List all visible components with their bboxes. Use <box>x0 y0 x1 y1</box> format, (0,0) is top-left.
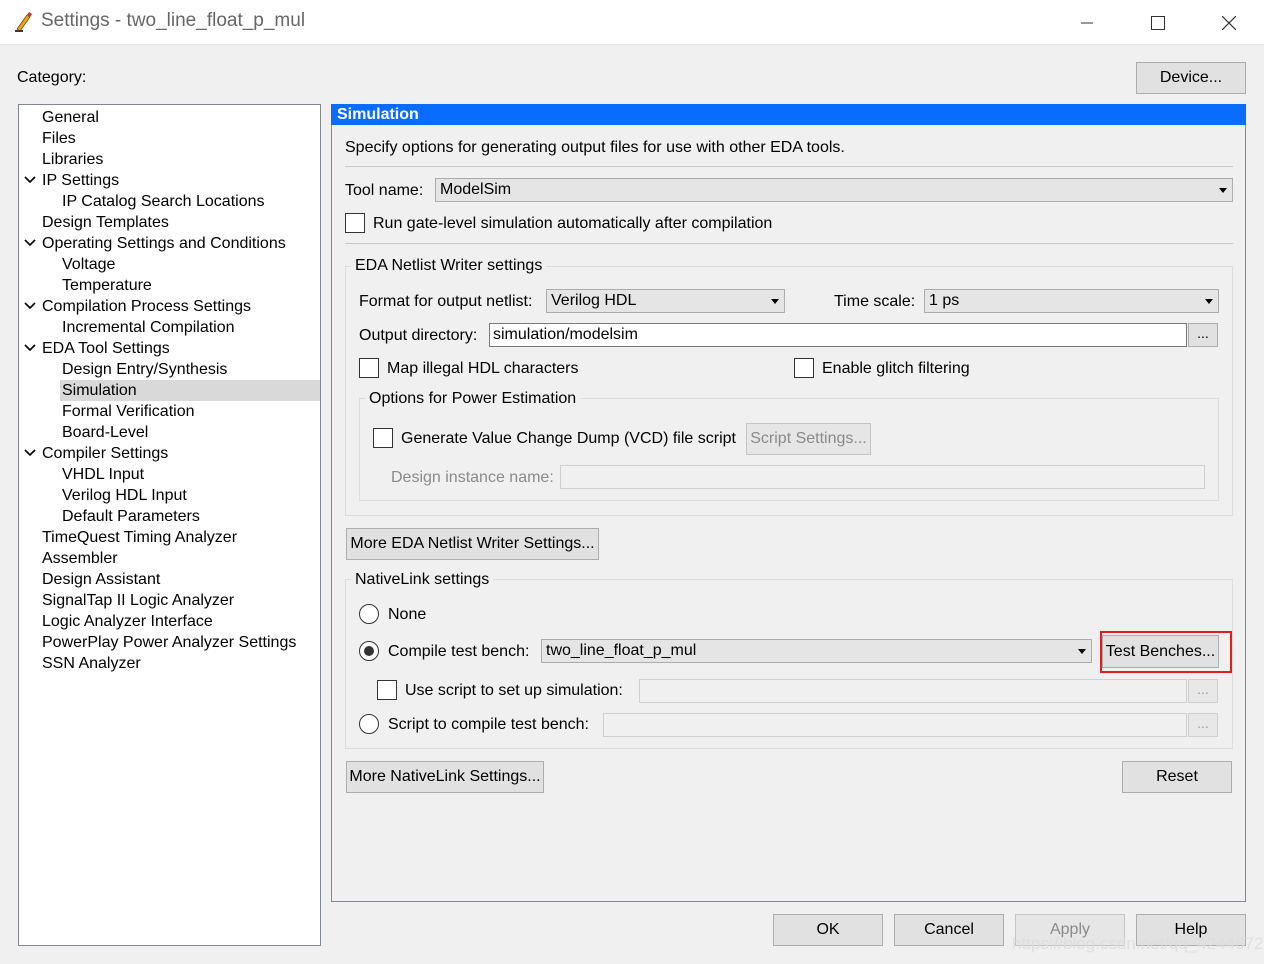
tool-name-dropdown[interactable]: ModelSim <box>435 178 1233 202</box>
tree-item-ip-catalog[interactable]: IP Catalog Search Locations <box>62 191 265 212</box>
tree-item-verilog-hdl-input[interactable]: Verilog HDL Input <box>62 485 187 506</box>
instance-name-input[interactable] <box>560 465 1205 489</box>
vcd-checkbox[interactable] <box>373 428 393 448</box>
tree-item-operating-settings[interactable]: Operating Settings and Conditions <box>42 233 286 254</box>
minimize-button[interactable] <box>1052 0 1122 45</box>
title-bar: Settings - two_line_float_p_mul <box>0 0 1264 45</box>
tree-item-files[interactable]: Files <box>42 128 76 149</box>
device-button[interactable]: Device... <box>1136 62 1246 94</box>
nativelink-group-title: NativeLink settings <box>351 571 494 589</box>
tree-item-compilation-process[interactable]: Compilation Process Settings <box>42 296 251 317</box>
tree-item-design-assistant[interactable]: Design Assistant <box>42 569 160 590</box>
red-highlight-box <box>1100 631 1232 673</box>
close-icon <box>1222 15 1236 30</box>
tree-item-powerplay[interactable]: PowerPlay Power Analyzer Settings <box>42 632 296 653</box>
cancel-button[interactable]: Cancel <box>894 914 1004 946</box>
tree-item-default-parameters[interactable]: Default Parameters <box>62 506 200 527</box>
use-script-checkbox[interactable] <box>377 680 397 700</box>
dropdown-arrow-icon <box>1078 649 1086 654</box>
output-dir-browse-button[interactable]: ... <box>1188 323 1218 347</box>
timescale-label: Time scale: <box>834 293 916 310</box>
vcd-label: Generate Value Change Dump (VCD) file sc… <box>401 430 736 447</box>
glitch-filter-checkbox[interactable] <box>794 358 814 378</box>
tree-item-libraries[interactable]: Libraries <box>42 149 103 170</box>
divider <box>345 166 1233 167</box>
divider <box>345 243 1233 244</box>
dropdown-arrow-icon <box>1205 299 1213 304</box>
compile-test-bench-radio[interactable] <box>359 641 379 661</box>
none-radio[interactable] <box>359 604 379 624</box>
output-dir-label: Output directory: <box>359 327 478 344</box>
tree-item-ip-settings[interactable]: IP Settings <box>42 170 119 191</box>
category-label: Category: <box>17 69 87 86</box>
tree-item-voltage[interactable]: Voltage <box>62 254 115 275</box>
script-compile-input[interactable] <box>603 713 1187 737</box>
use-script-label: Use script to set up simulation: <box>405 682 623 699</box>
tree-item-vhdl-input[interactable]: VHDL Input <box>62 464 144 485</box>
maximize-button[interactable] <box>1123 0 1193 45</box>
more-nativelink-settings-button[interactable]: More NativeLink Settings... <box>346 761 544 793</box>
netlist-group-title: EDA Netlist Writer settings <box>351 257 547 275</box>
window-title: Settings - two_line_float_p_mul <box>41 10 306 31</box>
dropdown-arrow-icon <box>1219 188 1227 193</box>
compile-test-bench-dropdown[interactable]: two_line_float_p_mul <box>541 639 1092 663</box>
map-illegal-label: Map illegal HDL characters <box>387 360 579 377</box>
tree-item-ssn-analyzer[interactable]: SSN Analyzer <box>42 653 141 674</box>
script-compile-radio[interactable] <box>359 714 379 734</box>
chevron-down-icon[interactable] <box>23 233 37 254</box>
glitch-filter-label: Enable glitch filtering <box>822 360 970 377</box>
close-button[interactable] <box>1194 0 1264 45</box>
run-gate-level-label: Run gate-level simulation automatically … <box>373 215 773 232</box>
tree-item-incremental-compilation[interactable]: Incremental Compilation <box>62 317 235 338</box>
none-label: None <box>388 606 427 623</box>
tool-name-label: Tool name: <box>345 182 424 199</box>
dropdown-arrow-icon <box>771 299 779 304</box>
chevron-down-icon[interactable] <box>23 170 37 191</box>
tree-item-eda-tool-settings[interactable]: EDA Tool Settings <box>42 338 170 359</box>
panel-description: Specify options for generating output fi… <box>345 139 845 156</box>
settings-app-icon <box>14 11 34 33</box>
category-tree[interactable]: General Files Libraries IP Settings IP C… <box>18 104 321 946</box>
chevron-down-icon[interactable] <box>23 338 37 359</box>
script-compile-browse-button[interactable]: ... <box>1188 713 1218 737</box>
tree-item-board-level[interactable]: Board-Level <box>62 422 148 443</box>
instance-name-label: Design instance name: <box>391 469 554 486</box>
more-netlist-settings-button[interactable]: More EDA Netlist Writer Settings... <box>346 528 599 560</box>
script-settings-button[interactable]: Script Settings... <box>746 423 871 455</box>
tree-item-design-entry-synthesis[interactable]: Design Entry/Synthesis <box>62 359 227 380</box>
watermark-text: https://blog.csdn.net/qq_42446721 <box>1012 934 1264 953</box>
use-script-input[interactable] <box>639 679 1187 703</box>
chevron-down-icon[interactable] <box>23 296 37 317</box>
script-compile-label: Script to compile test bench: <box>388 716 589 733</box>
tree-item-compiler-settings[interactable]: Compiler Settings <box>42 443 168 464</box>
tree-item-design-templates[interactable]: Design Templates <box>42 212 169 233</box>
tree-item-temperature[interactable]: Temperature <box>62 275 152 296</box>
format-dropdown[interactable]: Verilog HDL <box>546 289 785 313</box>
tree-item-signaltap[interactable]: SignalTap II Logic Analyzer <box>42 590 234 611</box>
use-script-browse-button[interactable]: ... <box>1188 679 1218 703</box>
compile-test-bench-label: Compile test bench: <box>388 643 530 660</box>
run-gate-level-checkbox[interactable] <box>345 213 365 233</box>
format-label: Format for output netlist: <box>359 293 533 310</box>
reset-button[interactable]: Reset <box>1122 761 1232 793</box>
map-illegal-checkbox[interactable] <box>359 358 379 378</box>
tree-item-timequest[interactable]: TimeQuest Timing Analyzer <box>42 527 237 548</box>
tree-item-simulation[interactable]: Simulation <box>60 380 320 401</box>
power-group-title: Options for Power Estimation <box>365 390 581 408</box>
tree-item-assembler[interactable]: Assembler <box>42 548 118 569</box>
output-dir-input[interactable]: simulation/modelsim <box>489 323 1187 347</box>
tree-item-formal-verification[interactable]: Formal Verification <box>62 401 195 422</box>
ok-button[interactable]: OK <box>773 914 883 946</box>
panel-title: Simulation <box>331 104 1246 125</box>
tree-item-general[interactable]: General <box>42 107 99 128</box>
chevron-down-icon[interactable] <box>23 443 37 464</box>
tree-item-logic-analyzer-interface[interactable]: Logic Analyzer Interface <box>42 611 213 632</box>
timescale-dropdown[interactable]: 1 ps <box>924 289 1219 313</box>
